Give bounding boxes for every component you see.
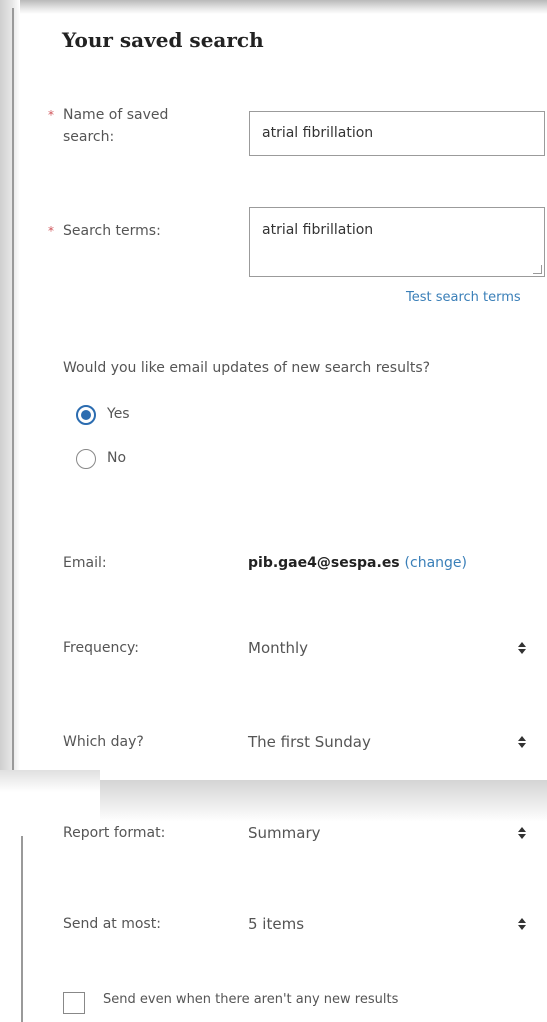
test-search-terms-link[interactable]: Test search terms (406, 290, 521, 305)
name-label-line2: search: (63, 129, 115, 145)
panel-border-left-lower (21, 836, 23, 1022)
panel-edge-step (0, 770, 100, 792)
radio-no-label: No (107, 450, 127, 466)
send-at-most-select[interactable]: 5 items (248, 910, 538, 938)
sort-updown-icon (518, 642, 526, 654)
saved-search-name-input[interactable]: atrial fibrillation (249, 111, 545, 156)
radio-yes-label: Yes (107, 406, 130, 422)
name-label-line1: Name of saved (63, 107, 169, 123)
required-marker: * (48, 108, 54, 122)
send-at-most-value: 5 items (248, 915, 305, 933)
search-terms-textarea[interactable]: atrial fibrillation (249, 207, 545, 277)
panel-border-left (12, 8, 14, 780)
frequency-select[interactable]: Monthly (248, 634, 538, 662)
panel-edge-left (0, 0, 20, 780)
report-format-value: Summary (248, 824, 321, 842)
change-email-link[interactable]: (change) (405, 555, 467, 571)
send-even-empty-label: Send even when there aren't any new resu… (103, 992, 399, 1007)
which-day-select[interactable]: The first Sunday (248, 728, 538, 756)
sort-updown-icon (518, 827, 526, 839)
report-format-label: Report format: (63, 825, 166, 841)
search-terms-label: Search terms: (63, 223, 161, 239)
sort-updown-icon (518, 736, 526, 748)
email-label: Email: (63, 555, 107, 571)
email-updates-question: Would you like email updates of new sear… (63, 360, 431, 376)
panel-edge-top (0, 0, 547, 14)
email-value: pib.gae4@sespa.es (change) (248, 555, 467, 571)
send-at-most-label: Send at most: (63, 916, 161, 932)
send-even-empty-checkbox[interactable] (63, 992, 85, 1014)
required-marker: * (48, 224, 54, 238)
frequency-label: Frequency: (63, 640, 140, 656)
which-day-label: Which day? (63, 734, 144, 750)
name-label: Name of saved search: (63, 104, 168, 148)
report-format-select[interactable]: Summary (248, 819, 538, 847)
which-day-value: The first Sunday (248, 733, 371, 751)
page-title: Your saved search (62, 28, 264, 52)
frequency-value: Monthly (248, 639, 309, 657)
radio-no[interactable] (76, 449, 96, 469)
search-terms-value: atrial fibrillation (262, 222, 374, 238)
sort-updown-icon (518, 918, 526, 930)
saved-search-panel: Your saved search * Name of saved search… (0, 0, 547, 1022)
resize-grip-icon[interactable] (533, 265, 542, 274)
radio-yes[interactable] (76, 405, 96, 425)
email-address: pib.gae4@sespa.es (248, 555, 400, 571)
